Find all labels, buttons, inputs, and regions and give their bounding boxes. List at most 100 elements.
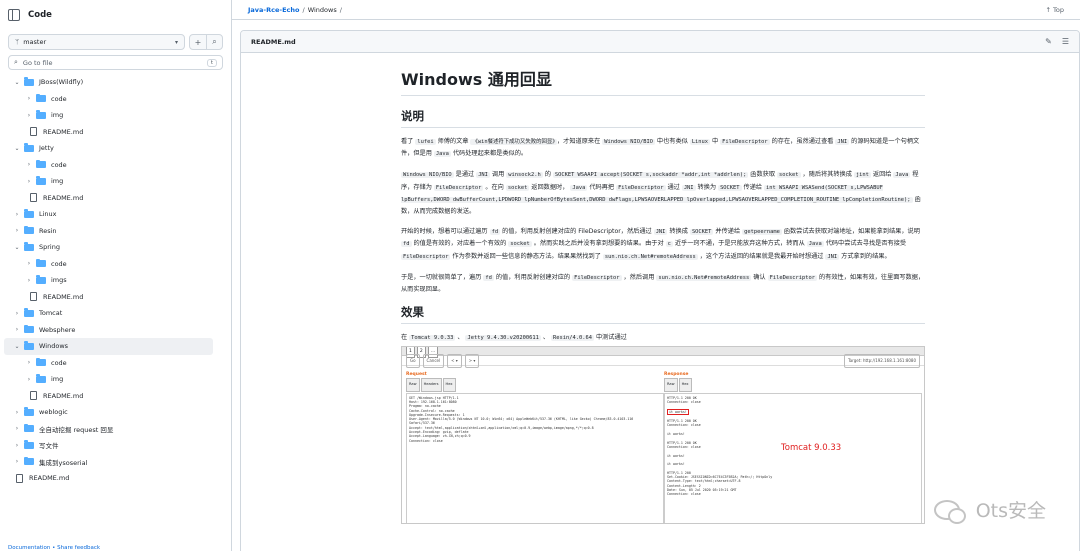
tree-item-label: Resin bbox=[39, 226, 57, 235]
tree-folder-linux[interactable]: › Linux bbox=[4, 206, 213, 223]
inline-code: FileDescriptor bbox=[572, 274, 622, 281]
search-icon: ⌕ bbox=[14, 58, 18, 66]
tree-folder-weblogic[interactable]: › weblogic bbox=[4, 404, 213, 421]
screenshot-tab: Raw bbox=[664, 378, 678, 392]
tree-folder-imgs[interactable]: › imgs bbox=[4, 272, 213, 289]
text: 的存在，虽然通过查看 bbox=[771, 138, 834, 145]
tree-folder-websphere[interactable]: › Websphere bbox=[4, 322, 213, 339]
tree-file-readme[interactable]: README.md bbox=[4, 388, 213, 405]
tree-item-label: JBoss(Wildfly) bbox=[39, 78, 84, 87]
inline-code: JNI bbox=[681, 184, 696, 191]
tree-folder-write-file[interactable]: › 写文件 bbox=[4, 437, 213, 454]
screenshot-forward-button: > ▾ bbox=[464, 354, 480, 368]
breadcrumb: Java-Rce-Echo / Windows / ↑ Top bbox=[232, 0, 1080, 20]
tree-file-readme[interactable]: README.md bbox=[4, 124, 213, 141]
tree-folder-img[interactable]: › img bbox=[4, 371, 213, 388]
paragraph-5: 在 Tomcat 9.0.33 、 Jetty 9.4.30.v20200611… bbox=[401, 332, 925, 344]
tree-item-label: README.md bbox=[43, 292, 84, 301]
tree-item-label: img bbox=[51, 375, 64, 384]
tree-item-label: code bbox=[51, 94, 67, 103]
inline-code: Java bbox=[806, 241, 824, 248]
tree-file-readme[interactable]: README.md bbox=[4, 470, 213, 487]
tree-folder-code[interactable]: › code bbox=[4, 91, 213, 108]
outline-menu-icon[interactable]: ☰ bbox=[1062, 37, 1069, 46]
inline-code: Java bbox=[570, 184, 588, 191]
tree-folder-jboss[interactable]: ⌄ JBoss(Wildfly) bbox=[4, 74, 213, 91]
screenshot-back-button: < ▾ bbox=[447, 354, 462, 368]
tree-folder-code[interactable]: › code bbox=[4, 256, 213, 273]
tree-folder-windows[interactable]: ⌄ Windows bbox=[4, 338, 213, 355]
tree-folder-img[interactable]: › img bbox=[4, 173, 213, 190]
go-to-file-input[interactable]: ⌕ Go to file t bbox=[8, 55, 223, 70]
folder-icon bbox=[36, 176, 46, 185]
tree-item-label: 全自动挖掘 request 回显 bbox=[39, 425, 114, 434]
tree-folder-auto-mining[interactable]: › 全自动挖掘 request 回显 bbox=[4, 421, 213, 438]
tree-folder-jetty[interactable]: ⌄ Jetty bbox=[4, 140, 213, 157]
tree-item-label: Jetty bbox=[39, 144, 54, 153]
markdown-body: Windows 通用回显 说明 看了 lufei 师傅的文章 《win餐述符下成… bbox=[401, 69, 925, 525]
text: 近乎一窍不通，于是只能放弃这种方式，转而从 bbox=[674, 240, 805, 248]
request-title: Request bbox=[406, 372, 427, 378]
text: 传递给 bbox=[743, 183, 763, 191]
request-body: GET /Windows.jsp HTTP/1.1 Host: 192.168.… bbox=[406, 392, 664, 524]
screenshot-tab: Hex bbox=[442, 378, 456, 392]
paragraph-2: Windows NIO/BIO 是通过 JNI 调用 winsock2.h 的 … bbox=[401, 169, 925, 217]
text: 的值，利用反射创建对应的 FileDescriptor，然后通过 bbox=[502, 228, 652, 236]
breadcrumb-repo-link[interactable]: Java-Rce-Echo bbox=[248, 6, 299, 14]
inline-code: fd bbox=[401, 241, 412, 248]
text: 是通过 bbox=[455, 171, 475, 179]
edit-icon[interactable]: ✎ bbox=[1045, 37, 1052, 46]
folder-open-icon bbox=[24, 77, 34, 86]
search-button[interactable]: ⌕ bbox=[206, 35, 222, 49]
chevron-right-icon: › bbox=[27, 161, 31, 169]
tree-file-readme[interactable]: README.md bbox=[4, 289, 213, 306]
folder-open-icon bbox=[24, 143, 34, 152]
chevron-right-icon: › bbox=[15, 425, 19, 433]
tree-item-label: README.md bbox=[43, 127, 84, 136]
branch-name: master bbox=[23, 38, 47, 46]
chevron-right-icon: › bbox=[27, 95, 31, 103]
screenshot-toolbar: Go Cancel < ▾ > ▾ Target: http://192.168… bbox=[402, 354, 924, 368]
inline-code: socket bbox=[777, 172, 801, 179]
back-to-top-link[interactable]: ↑ Top bbox=[1046, 6, 1064, 14]
file-icon bbox=[30, 127, 37, 137]
sidebar-collapse-icon[interactable] bbox=[8, 9, 20, 21]
tree-item-label: Websphere bbox=[39, 325, 76, 334]
folder-icon bbox=[36, 357, 46, 367]
file-icon bbox=[30, 292, 37, 302]
folder-icon bbox=[24, 423, 34, 433]
text: 函数尝试去获取对端地址，如果能拿到结果，说明 bbox=[783, 228, 920, 236]
text: 中测试通过 bbox=[595, 334, 627, 342]
text: 返回数据时， bbox=[531, 183, 569, 191]
response-title: Response bbox=[664, 372, 689, 378]
chevron-right-icon: › bbox=[15, 309, 19, 317]
article-link[interactable]: 《win餐述符下成功又失败的回显》 bbox=[470, 139, 557, 145]
tree-folder-resin[interactable]: › Resin bbox=[4, 223, 213, 240]
inline-code: SOCKET bbox=[718, 184, 742, 191]
paragraph-1: 看了 lufei 师傅的文章 《win餐述符下成功又失败的回显》 ，才知道原来在 … bbox=[401, 136, 925, 160]
chevron-down-icon: ⌄ bbox=[14, 243, 20, 251]
readme-tools: ✎ ☰ bbox=[1045, 37, 1069, 46]
sidebar-footer-links[interactable]: Documentation • Share feedback bbox=[8, 545, 100, 551]
tree-folder-img[interactable]: › img bbox=[4, 107, 213, 124]
request-line: Connection: close bbox=[409, 438, 443, 443]
add-file-button[interactable]: + bbox=[190, 35, 206, 49]
tree-folder-spring[interactable]: ⌄ Spring bbox=[4, 239, 213, 256]
inline-code: Java bbox=[893, 172, 911, 179]
branch-selector[interactable]: ᛘ master ▾ bbox=[8, 34, 185, 50]
inline-code: winsock2.h bbox=[506, 172, 543, 179]
text: 代码处理起来都是类似的。 bbox=[452, 150, 528, 158]
tree-folder-ysoserial[interactable]: › 集成到ysoserial bbox=[4, 454, 213, 471]
shortcut-key: t bbox=[206, 58, 217, 67]
folder-icon bbox=[36, 275, 46, 284]
tree-folder-code[interactable]: › code bbox=[4, 157, 213, 174]
tree-folder-tomcat[interactable]: › Tomcat bbox=[4, 305, 213, 322]
tree-file-readme[interactable]: README.md bbox=[4, 190, 213, 207]
inline-code: getpeername bbox=[742, 229, 782, 236]
main-content: Java-Rce-Echo / Windows / ↑ Top README.m… bbox=[232, 0, 1080, 551]
tree-folder-code[interactable]: › code bbox=[4, 355, 213, 372]
text: 调用 bbox=[491, 171, 505, 179]
chevron-right-icon: › bbox=[27, 177, 31, 185]
request-line: User-Agent: Mozilla/5.0 (Windows NT 10.0… bbox=[409, 417, 634, 426]
text: 作为参数并返回一些信息的静态方法。结果果然找到了 bbox=[452, 252, 601, 260]
